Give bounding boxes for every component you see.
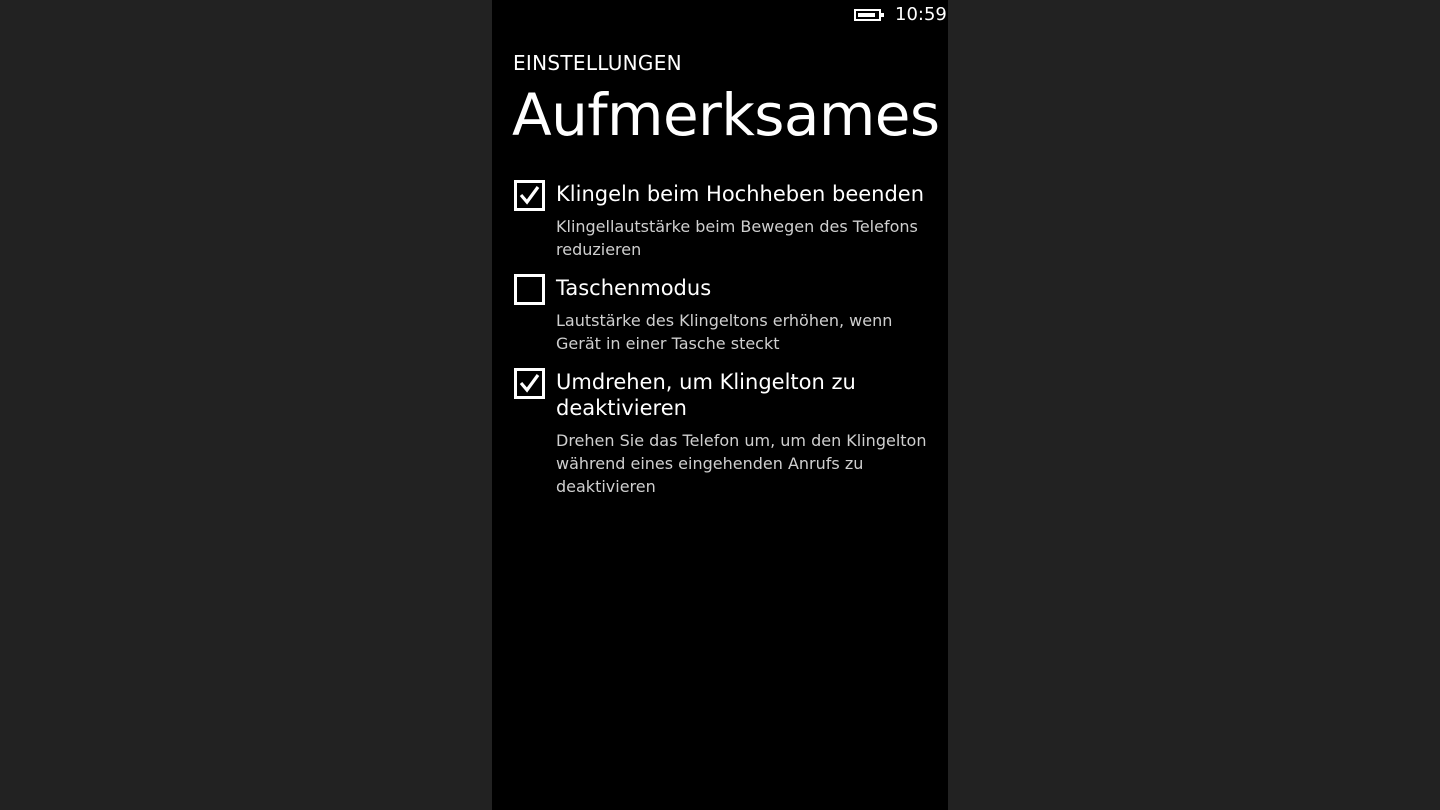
settings-options: Klingeln beim Hochheben beenden Klingell… <box>513 178 938 509</box>
status-bar: 10:59 <box>492 0 948 30</box>
option-description: Klingellautstärke beim Bewegen des Telef… <box>556 217 918 259</box>
battery-nub <box>881 13 884 17</box>
battery-fill <box>858 13 875 17</box>
option-description: Drehen Sie das Telefon um, um den Klinge… <box>556 431 927 496</box>
checkbox-flip-to-silence[interactable] <box>514 368 545 399</box>
option-label: Klingeln beim Hochheben beenden <box>556 182 925 206</box>
option-flip-to-silence[interactable]: Umdrehen, um Klingelton zu deaktivieren … <box>513 366 938 498</box>
option-pocket-mode[interactable]: Taschenmodus Lautstärke des Klingeltons … <box>513 272 938 355</box>
option-label: Taschenmodus <box>556 276 712 300</box>
status-time: 10:59 <box>895 4 947 25</box>
phone-screen: 10:59 EINSTELLUNGEN Aufmerksames Klingel… <box>492 0 948 810</box>
checkmark-icon <box>519 374 540 393</box>
option-label: Umdrehen, um Klingelton zu deaktivieren <box>556 370 856 420</box>
page-title: Aufmerksames <box>512 81 940 149</box>
option-stop-ringing-on-lift[interactable]: Klingeln beim Hochheben beenden Klingell… <box>513 178 938 261</box>
battery-icon <box>854 9 884 21</box>
checkbox-pocket-mode[interactable] <box>514 274 545 305</box>
app-title: EINSTELLUNGEN <box>513 51 682 75</box>
option-description: Lautstärke des Klingeltons erhöhen, wenn… <box>556 311 893 353</box>
checkmark-icon <box>519 186 540 205</box>
checkbox-stop-ringing-on-lift[interactable] <box>514 180 545 211</box>
